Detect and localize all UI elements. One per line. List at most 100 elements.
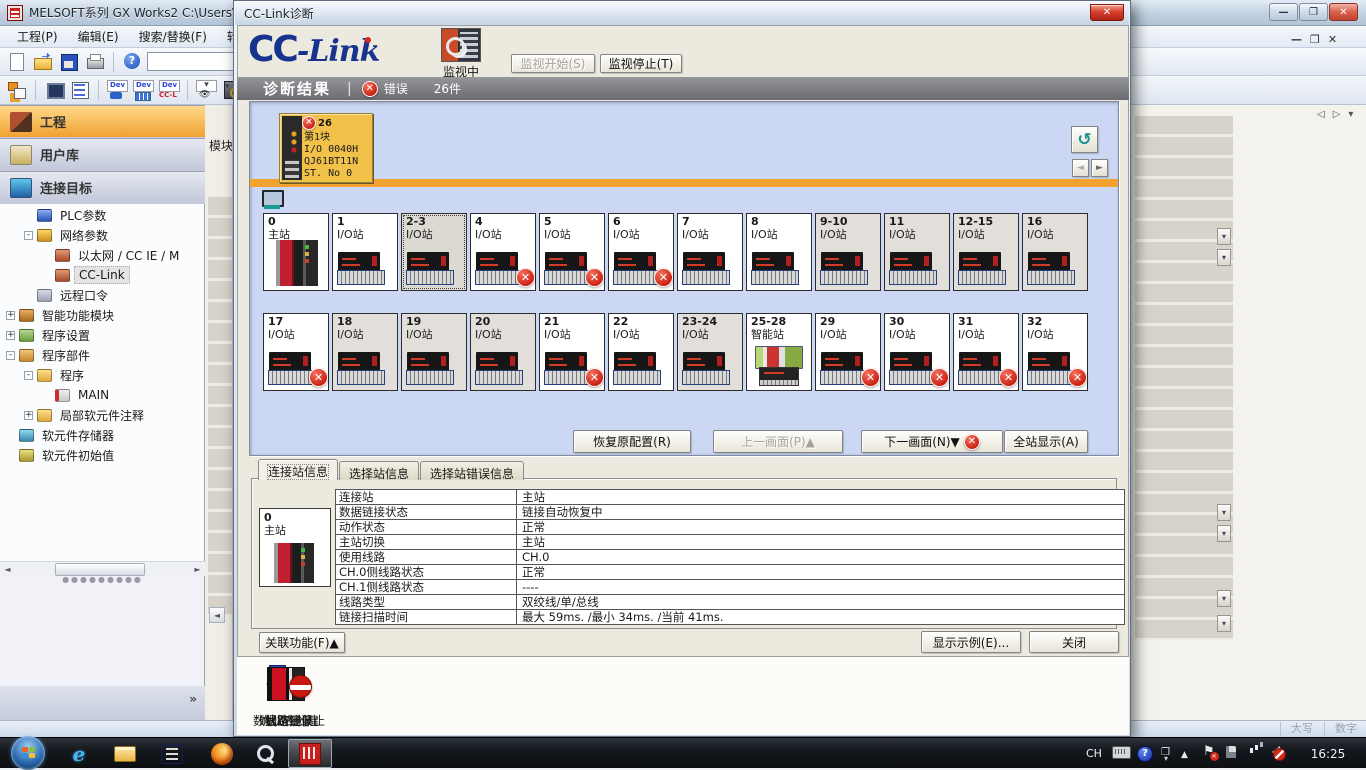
mdi-close-icon[interactable]: [1328, 33, 1337, 46]
scroll-left-icon[interactable]: ◄: [209, 607, 225, 623]
menu-item[interactable]: 编辑(E): [69, 25, 128, 48]
tree-expander-icon[interactable]: +: [6, 331, 15, 340]
station-cell[interactable]: 16 I/O站: [1022, 213, 1088, 291]
media-player-icon[interactable]: [155, 740, 189, 767]
station-cell[interactable]: 9-10 I/O站: [815, 213, 881, 291]
station-cell[interactable]: 2-3 I/O站: [401, 213, 467, 291]
tree-item[interactable]: + 智能功能模块: [0, 305, 204, 325]
print-icon[interactable]: [84, 51, 106, 73]
restore-button[interactable]: [1299, 3, 1328, 21]
show-example-button[interactable]: 显示示例(E)...: [921, 631, 1021, 653]
workspace-button[interactable]: 用户库: [0, 138, 205, 171]
tree-item[interactable]: MAIN: [0, 385, 204, 405]
tree-item[interactable]: - 程序部件: [0, 345, 204, 365]
station-cell[interactable]: 20 I/O站: [470, 313, 536, 391]
show-all-stations-button[interactable]: 全站显示(A): [1004, 430, 1088, 453]
station-cell[interactable]: 23-24 I/O站: [677, 313, 743, 391]
horizontal-scrollbar[interactable]: ◄ ►: [0, 561, 205, 576]
device-find-icon[interactable]: [106, 79, 128, 101]
station-cell[interactable]: 7 I/O站: [677, 213, 743, 291]
tree-item[interactable]: PLC参数: [0, 205, 204, 225]
volume-muted-icon[interactable]: [1272, 746, 1280, 758]
tree-expander-icon[interactable]: +: [6, 311, 15, 320]
module-next-button[interactable]: [1091, 159, 1108, 177]
mdi-restore-icon[interactable]: [1310, 33, 1320, 46]
monitor-start-button[interactable]: 监视开始(S): [511, 54, 595, 73]
chevron-icon[interactable]: [189, 692, 197, 706]
tree-item[interactable]: 软元件存储器: [0, 425, 204, 445]
tab-scroll-right-icon[interactable]: ▷: [1333, 109, 1341, 120]
file-explorer-icon[interactable]: [108, 740, 142, 767]
show-hidden-icons[interactable]: [1181, 746, 1188, 760]
station-cell[interactable]: 19 I/O站: [401, 313, 467, 391]
menu-item[interactable]: 工程(P): [8, 25, 67, 48]
station-cell[interactable]: 32 I/O站: [1022, 313, 1088, 391]
refresh-button[interactable]: [1071, 126, 1098, 153]
panel-splitter[interactable]: ●●●●●●●●●: [0, 576, 205, 585]
close-dialog-button[interactable]: 关闭: [1029, 631, 1119, 653]
dropdown-arrow-icon[interactable]: ▾: [1217, 590, 1231, 607]
workspace-button[interactable]: 工程: [0, 105, 205, 138]
workspace-button[interactable]: 连接目标: [0, 171, 205, 204]
station-cell[interactable]: 18 I/O站: [332, 313, 398, 391]
save-icon[interactable]: [58, 51, 80, 73]
network-signal-icon[interactable]: [1250, 742, 1253, 747]
module-config-icon[interactable]: [43, 79, 65, 101]
dropdown-arrow-icon[interactable]: ▾: [1217, 615, 1231, 632]
restore-layout-button[interactable]: 恢复原配置(R): [573, 430, 691, 453]
scroll-left-icon[interactable]: ◄: [0, 563, 15, 576]
language-indicator[interactable]: CH: [1086, 738, 1102, 769]
scrollbar-track[interactable]: [15, 563, 190, 576]
ime-toolbar-icon[interactable]: [1161, 744, 1170, 758]
new-project-icon[interactable]: [6, 51, 28, 73]
station-cell[interactable]: 12-15 I/O站: [953, 213, 1019, 291]
clock[interactable]: 16:25: [1300, 738, 1356, 769]
power-icon[interactable]: [1226, 746, 1236, 758]
tab-scroll-left-icon[interactable]: ◁: [1317, 109, 1325, 120]
firefox-icon[interactable]: [205, 740, 239, 767]
scrollbar-thumb[interactable]: [55, 563, 145, 576]
close-button[interactable]: [1329, 3, 1358, 21]
station-cell[interactable]: 30 I/O站: [884, 313, 950, 391]
scroll-right-icon[interactable]: ►: [190, 563, 205, 576]
internet-explorer-icon[interactable]: [62, 740, 96, 767]
tree-item[interactable]: 以太网 / CC IE / M: [0, 245, 204, 265]
tree-expander-icon[interactable]: +: [24, 411, 33, 420]
dropdown-arrow-icon[interactable]: ▾: [1217, 504, 1231, 521]
station-cell[interactable]: 22 I/O站: [608, 313, 674, 391]
tree-item[interactable]: - 程序: [0, 365, 204, 385]
tree-item[interactable]: - 网络参数: [0, 225, 204, 245]
menu-item[interactable]: 搜索/替换(F): [130, 25, 216, 48]
tree-item[interactable]: CC-Link: [0, 265, 204, 285]
dialog-close-button[interactable]: [1090, 4, 1124, 21]
info-tab[interactable]: 选择站信息: [339, 461, 419, 480]
master-module-card[interactable]: 26 第1块 I/O 0040H QJ61BT11N ST. No 0: [279, 113, 373, 183]
tree-expander-icon[interactable]: -: [24, 371, 33, 380]
info-tab[interactable]: 连接站信息: [258, 459, 338, 480]
tree-item[interactable]: 远程口令: [0, 285, 204, 305]
station-cell[interactable]: 21 I/O站: [539, 313, 605, 391]
tab-menu-icon[interactable]: ▾: [1348, 109, 1353, 120]
station-cell[interactable]: 17 I/O站: [263, 313, 329, 391]
dropdown-arrow-icon[interactable]: ▾: [1217, 228, 1231, 245]
station-cell[interactable]: 5 I/O站: [539, 213, 605, 291]
previous-screen-button[interactable]: 上一画面(P)▲: [713, 430, 843, 453]
device-cclink-icon[interactable]: [158, 79, 180, 101]
action-center-icon[interactable]: [1203, 744, 1215, 759]
tree-expander-icon[interactable]: -: [6, 351, 15, 360]
gx-works2-taskbar-button[interactable]: [288, 739, 332, 768]
dropdown-arrow-icon[interactable]: ▾: [1217, 249, 1231, 266]
device-grid-icon[interactable]: [132, 79, 154, 101]
program-view-icon[interactable]: [6, 79, 28, 101]
device-watch-icon[interactable]: [195, 79, 217, 101]
station-cell[interactable]: 0 主站: [263, 213, 329, 291]
module-prev-button[interactable]: [1072, 159, 1089, 177]
station-cell[interactable]: 31 I/O站: [953, 313, 1019, 391]
related-functions-button[interactable]: 关联功能(F)▲: [259, 632, 345, 653]
keyboard-layout-icon[interactable]: [1112, 746, 1131, 759]
station-cell[interactable]: 8 I/O站: [746, 213, 812, 291]
help-icon[interactable]: [121, 51, 143, 73]
open-project-icon[interactable]: [32, 51, 54, 73]
station-cell[interactable]: 29 I/O站: [815, 313, 881, 391]
station-cell[interactable]: 1 I/O站: [332, 213, 398, 291]
